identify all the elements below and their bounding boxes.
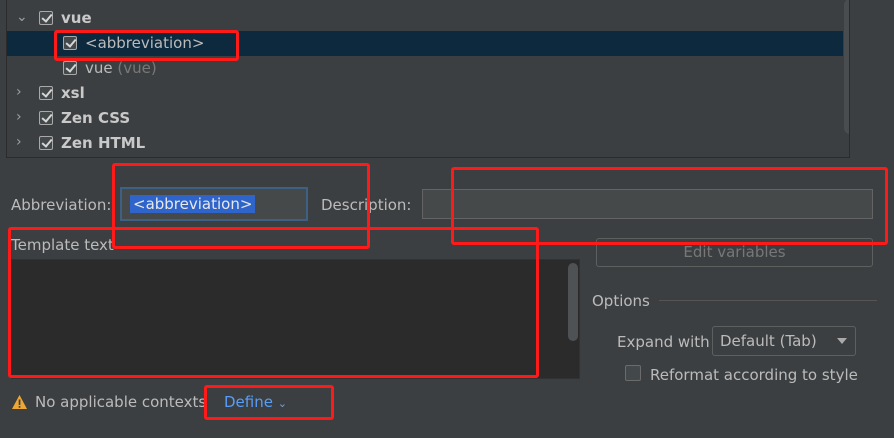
reformat-label[interactable]: Reformat according to style [650,366,858,384]
tree-item-label: Zen HTML [61,134,146,152]
chevron-right-icon[interactable]: › [16,135,28,149]
tree-row-xsl[interactable]: › xsl [7,81,843,106]
chevron-right-icon[interactable]: › [16,110,28,124]
chevron-right-icon[interactable]: › [16,85,28,99]
warning-icon [12,395,27,409]
tree-row-vue-template[interactable]: vue (vue) [7,56,843,81]
reformat-checkbox[interactable] [625,365,641,381]
tree-item-label: xsl [61,84,85,102]
vue-group-checkbox[interactable] [39,11,53,25]
options-separator [659,300,877,301]
tree-item-label: vue (vue) [85,59,157,77]
abbreviation-label: Abbreviation: [11,196,112,214]
tree-row-zen-html[interactable]: › Zen HTML [7,131,843,156]
expand-with-value: Default (Tab) [720,332,817,350]
dropdown-arrow-icon [837,338,847,344]
editor-scrollbar[interactable] [568,263,578,341]
template-tree[interactable]: ⌄ vue <abbreviation> vue (vue) › xsl › Z… [6,0,850,158]
abbreviation-value: <abbreviation> [130,195,256,213]
abbreviation-input[interactable]: <abbreviation> [120,187,308,221]
tree-row-zen-css[interactable]: › Zen CSS [7,106,843,131]
tree-row-vue-group[interactable]: ⌄ vue [7,6,843,31]
vue-template-checkbox[interactable] [63,61,77,75]
zen-css-checkbox[interactable] [39,111,53,125]
tree-item-hint: (vue) [117,59,157,77]
tree-item-label: <abbreviation> [85,34,205,52]
options-label: Options [592,292,650,310]
zen-html-checkbox[interactable] [39,136,53,150]
chevron-down-icon[interactable]: ⌄ [16,10,28,24]
no-contexts-message: No applicable contexts [35,393,207,411]
tree-row-partial [7,0,843,5]
tree-scrollbar[interactable] [844,0,849,134]
expand-with-label: Expand with [617,333,710,351]
xsl-checkbox[interactable] [39,86,53,100]
edit-variables-button[interactable]: Edit variables [596,238,873,267]
tree-item-label: Zen CSS [61,109,131,127]
template-text-label: Template text [11,236,114,254]
description-label: Description: [321,196,412,214]
abbreviation-checkbox[interactable] [63,36,77,50]
tree-row-abbreviation[interactable]: <abbreviation> [7,31,843,56]
description-input[interactable] [422,189,873,219]
define-link[interactable]: Define ⌄ [224,393,287,411]
template-text-editor[interactable] [11,259,580,379]
expand-with-select[interactable]: Default (Tab) [712,326,856,356]
tree-item-label: vue [61,9,92,27]
chevron-down-icon: ⌄ [277,397,287,410]
